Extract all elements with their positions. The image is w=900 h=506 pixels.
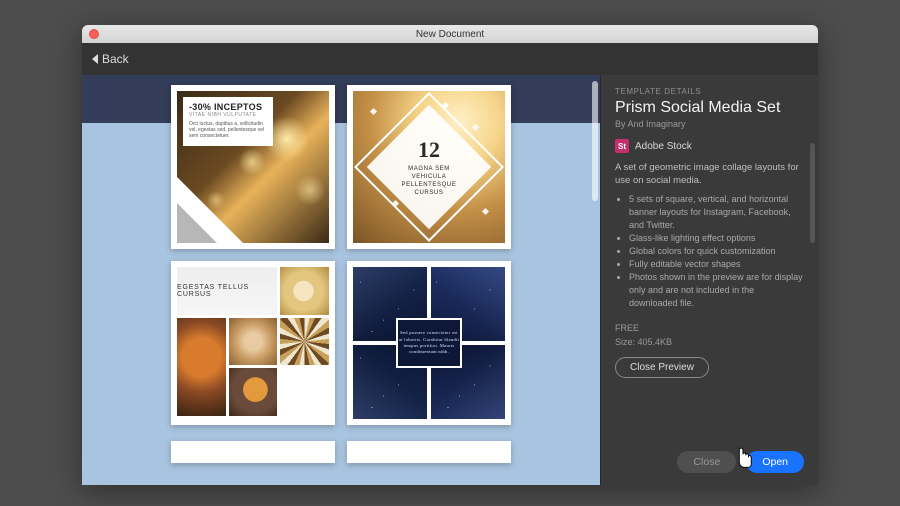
template-byline: By And Imaginary xyxy=(615,119,804,129)
promo-headline: -30% INCEPTOS xyxy=(189,102,267,112)
template-thumbnail[interactable]: EGESTAS TELLUS CURSUS xyxy=(171,261,335,425)
list-item: Glass-like lighting effect options xyxy=(629,232,804,245)
triangle-shape xyxy=(177,203,217,243)
template-thumbnail-row-partial xyxy=(171,435,511,463)
list-item: Fully editable vector shapes xyxy=(629,258,804,271)
template-details-panel: TEMPLATE DETAILS Prism Social Media Set … xyxy=(600,75,818,485)
list-item: 5 sets of square, vertical, and horizont… xyxy=(629,193,804,232)
author-link[interactable]: And Imaginary xyxy=(628,119,686,129)
template-thumbnail-grid: -30% INCEPTOS VITAE NIBH VULPUTATE Orci … xyxy=(151,85,531,435)
promo-text-card: -30% INCEPTOS VITAE NIBH VULPUTATE Orci … xyxy=(183,97,273,146)
window-title: New Document xyxy=(416,29,484,40)
stock-source-row[interactable]: St Adobe Stock xyxy=(615,139,804,153)
center-caption: Sed posuere consectetur est at lobortis.… xyxy=(398,330,460,355)
toolbar: Back xyxy=(82,43,818,75)
list-item: Photos shown in the preview are for disp… xyxy=(629,271,804,310)
collage-title: EGESTAS TELLUS CURSUS xyxy=(177,267,277,315)
section-label: TEMPLATE DETAILS xyxy=(615,87,804,96)
template-thumbnail[interactable]: 12 MAGNA SEM VEHICULA PELLENTESQUE CURSU… xyxy=(347,85,511,249)
template-thumbnail[interactable]: -30% INCEPTOS VITAE NIBH VULPUTATE Orci … xyxy=(171,85,335,249)
list-item: Global colors for quick customization xyxy=(629,245,804,258)
adobe-stock-icon: St xyxy=(615,139,629,153)
open-button[interactable]: Open xyxy=(746,451,804,473)
details-scrollbar[interactable] xyxy=(810,143,815,243)
stock-source-label: Adobe Stock xyxy=(635,141,692,152)
template-description: A set of geometric image collage layouts… xyxy=(615,161,804,188)
dialog-body: -30% INCEPTOS VITAE NIBH VULPUTATE Orci … xyxy=(82,75,818,485)
template-title: Prism Social Media Set xyxy=(615,99,804,117)
template-thumbnail[interactable]: Sed posuere consectetur est at lobortis.… xyxy=(347,261,511,425)
promo-body: Orci luctus, dapibus a, sollicitudin vel… xyxy=(189,122,267,139)
back-label: Back xyxy=(102,52,129,66)
template-size: Size: 405.4KB xyxy=(615,336,804,350)
titlebar: New Document xyxy=(82,25,818,43)
close-button[interactable]: Close xyxy=(677,451,736,473)
template-price: FREE xyxy=(615,322,804,336)
template-thumbnail[interactable] xyxy=(171,441,335,463)
dialog-footer-buttons: Close Open xyxy=(677,451,804,473)
preview-scrollbar[interactable] xyxy=(592,81,598,479)
close-preview-button[interactable]: Close Preview xyxy=(615,357,709,378)
scrollbar-thumb[interactable] xyxy=(592,81,598,201)
back-button[interactable]: Back xyxy=(92,52,129,66)
feature-number: 12 xyxy=(384,137,474,163)
window-close-icon[interactable] xyxy=(89,29,99,39)
center-caption-box: Sed posuere consectetur est at lobortis.… xyxy=(396,318,462,368)
template-preview-pane: -30% INCEPTOS VITAE NIBH VULPUTATE Orci … xyxy=(82,75,600,485)
chevron-left-icon xyxy=(92,54,98,64)
template-feature-list: 5 sets of square, vertical, and horizont… xyxy=(619,193,804,310)
template-thumbnail[interactable] xyxy=(347,441,511,463)
new-document-window: New Document Back xyxy=(82,25,818,485)
feature-caption: MAGNA SEM VEHICULA PELLENTESQUE CURSUS xyxy=(384,165,474,197)
promo-subhead: VITAE NIBH VULPUTATE xyxy=(189,113,267,119)
